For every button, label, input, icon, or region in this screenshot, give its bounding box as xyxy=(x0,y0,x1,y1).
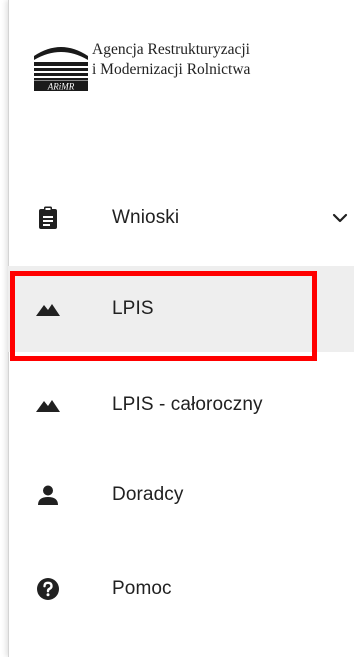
clipboard-icon xyxy=(36,206,60,230)
mountain-icon xyxy=(36,393,60,417)
arimr-logo-mark: ARiMR xyxy=(32,40,90,92)
menu-item-label: Pomoc xyxy=(112,578,172,599)
logo-mark-text: ARiMR xyxy=(47,82,75,92)
logo-line-1: Agencja Restrukturyzacji xyxy=(92,41,250,58)
help-circle-icon xyxy=(36,577,60,601)
menu-item-pomoc[interactable]: Pomoc xyxy=(8,546,354,632)
arimr-logo[interactable]: ARiMR Agencja Restrukturyzacji i Moderni… xyxy=(32,40,250,92)
logo-line-2: i Modernizacji Rolnictwa xyxy=(92,61,251,78)
menu-item-doradcy[interactable]: Doradcy xyxy=(8,452,354,538)
menu-item-label: LPIS - całoroczny xyxy=(112,394,263,415)
logo-text: Agencja Restrukturyzacji i Modernizacji … xyxy=(92,40,250,80)
menu-item-label: Doradcy xyxy=(112,484,184,505)
menu-item-label: LPIS xyxy=(112,298,154,319)
menu-item-label: Wnioski xyxy=(112,207,180,228)
menu-item-lpis[interactable]: LPIS xyxy=(8,266,354,352)
menu-item-lpis-caloroczny[interactable]: LPIS - całoroczny xyxy=(8,362,354,448)
mountain-icon xyxy=(36,297,60,321)
person-icon xyxy=(36,483,60,507)
chevron-down-icon[interactable] xyxy=(332,210,348,226)
menu-item-wnioski[interactable]: Wnioski xyxy=(8,175,354,261)
